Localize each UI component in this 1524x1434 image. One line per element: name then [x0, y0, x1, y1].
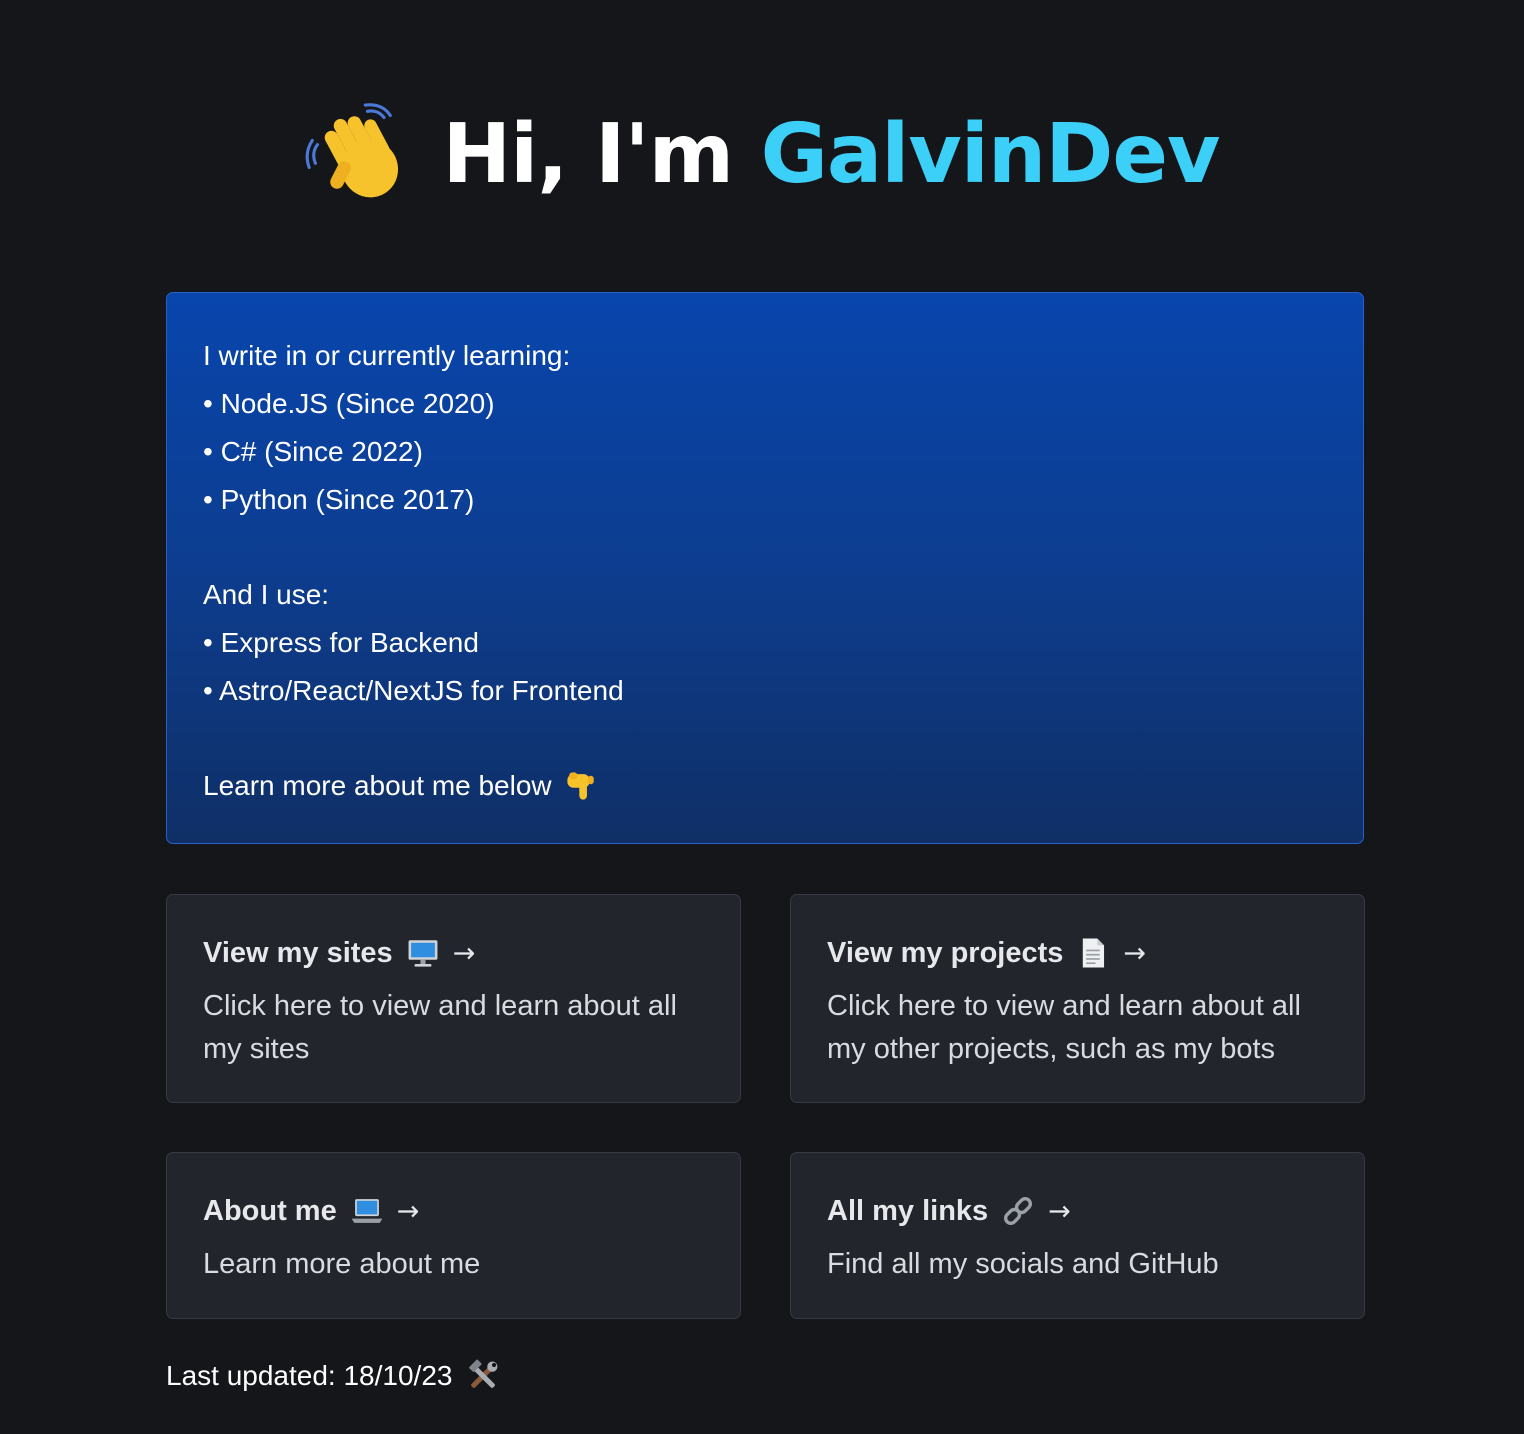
- languages-heading: I write in or currently learning:: [203, 340, 571, 371]
- arrow-right-icon: →: [452, 937, 476, 969]
- arrow-right-icon: →: [1123, 937, 1147, 969]
- card-description: Find all my socials and GitHub: [827, 1248, 1219, 1280]
- view-projects-card[interactable]: View my projects → Click here to view an…: [790, 894, 1365, 1103]
- intro-card: I write in or currently learning: • Node…: [166, 292, 1364, 844]
- tool-item: • Express for Backend: [203, 627, 479, 658]
- language-item: • Node.JS (Since 2020): [203, 388, 495, 419]
- arrow-right-icon: →: [1048, 1195, 1071, 1227]
- developer-name: GalvinDev: [760, 107, 1221, 202]
- page: Hi, I'm GalvinDev I write in or currentl…: [0, 0, 1524, 1434]
- arrow-right-icon: →: [396, 1195, 420, 1227]
- desktop-computer-icon: [408, 940, 438, 967]
- waving-hand-icon: [305, 103, 398, 198]
- learn-more-text: Learn more about me below: [203, 770, 552, 801]
- page-title: Hi, I'm GalvinDev: [443, 114, 1221, 196]
- tools-heading: And I use:: [203, 579, 330, 610]
- card-title: View my projects →: [827, 933, 1328, 973]
- card-description: Click here to view and learn about all m…: [203, 990, 677, 1065]
- card-title: About me →: [203, 1191, 704, 1231]
- laptop-icon: [351, 1199, 383, 1223]
- card-description: Learn more about me: [203, 1248, 481, 1280]
- last-updated-text: Last updated: 18/10/23: [166, 1360, 453, 1391]
- document-icon: [1083, 938, 1105, 968]
- tool-item: • Astro/React/NextJS for Frontend: [203, 675, 624, 706]
- card-description: Click here to view and learn about all m…: [827, 990, 1301, 1065]
- last-updated-footer: Last updated: 18/10/23: [166, 1356, 500, 1396]
- pointing-down-hand-icon: [567, 772, 594, 800]
- hero-header: Hi, I'm GalvinDev: [0, 100, 1524, 210]
- learn-more-line: Learn more about me below: [203, 762, 1327, 810]
- card-title-text: View my sites: [203, 936, 393, 969]
- card-title-text: About me: [203, 1194, 337, 1227]
- greeting-text: Hi, I'm: [442, 107, 734, 202]
- view-sites-card[interactable]: View my sites → Click here to view and l…: [166, 894, 741, 1103]
- card-title: All my links →: [827, 1191, 1328, 1231]
- language-item: • Python (Since 2017): [203, 484, 475, 515]
- link-icon: [1004, 1196, 1033, 1226]
- all-links-card[interactable]: All my links → Find all my socials and G…: [790, 1152, 1365, 1319]
- hammer-and-wrench-icon: [469, 1359, 498, 1388]
- language-item: • C# (Since 2022): [203, 436, 423, 467]
- card-title: View my sites →: [203, 933, 704, 973]
- card-title-text: View my projects: [827, 936, 1064, 969]
- about-me-card[interactable]: About me → Learn more about me: [166, 1152, 741, 1319]
- card-title-text: All my links: [827, 1194, 989, 1227]
